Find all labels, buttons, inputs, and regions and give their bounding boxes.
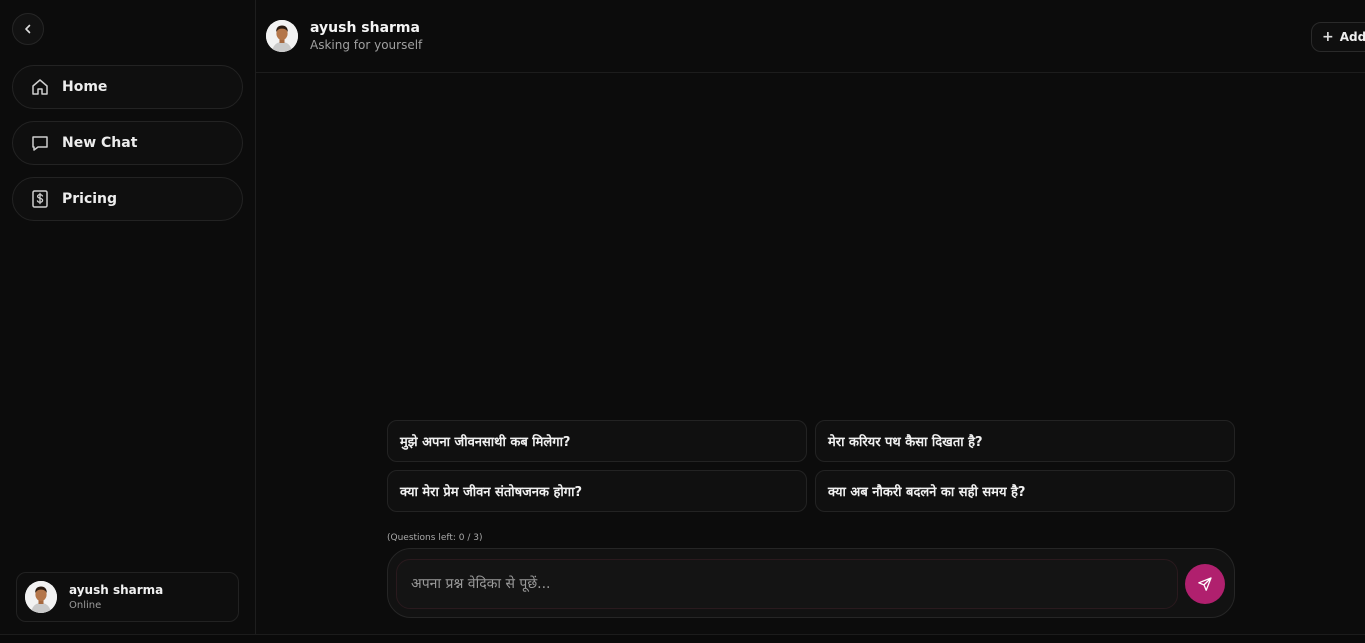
suggestion-chip[interactable]: क्या अब नौकरी बदलने का सही समय है? — [815, 470, 1235, 512]
profile-name: ayush sharma — [69, 583, 164, 597]
suggestion-chip[interactable]: क्या मेरा प्रेम जीवन संतोषजनक होगा? — [387, 470, 807, 512]
avatar — [25, 581, 57, 613]
message-composer — [387, 548, 1235, 618]
app-root: Home New Chat Pricing ayush sharma Onlin… — [0, 0, 1365, 643]
dollar-sign-icon — [30, 189, 50, 209]
bottom-strip — [0, 634, 1365, 643]
message-input[interactable] — [396, 559, 1178, 609]
questions-left-counter: (Questions left: 0 / 3) — [387, 533, 483, 543]
plus-icon: + — [1322, 29, 1334, 45]
main-panel: ayush sharma Asking for yourself + Add म… — [256, 0, 1365, 634]
chat-bubble-icon — [30, 133, 50, 153]
sidebar-item-label: New Chat — [62, 135, 138, 151]
suggestion-chip[interactable]: मुझे अपना जीवनसाथी कब मिलेगा? — [387, 420, 807, 462]
avatar — [266, 20, 298, 52]
add-profile-button[interactable]: + Add — [1311, 22, 1365, 52]
suggestion-chip[interactable]: मेरा करियर पथ कैसा दिखता है? — [815, 420, 1235, 462]
profile-status: Online — [69, 600, 102, 611]
chevron-left-icon — [25, 24, 31, 34]
user-profile-card[interactable]: ayush sharma Online — [16, 572, 239, 622]
sidebar-item-home[interactable]: Home — [12, 65, 243, 109]
header-profile-name: ayush sharma — [310, 20, 420, 36]
send-button[interactable] — [1185, 564, 1225, 604]
collapse-sidebar-button[interactable] — [12, 13, 44, 45]
sidebar: Home New Chat Pricing ayush sharma Onlin… — [0, 0, 256, 634]
sidebar-item-pricing[interactable]: Pricing — [12, 177, 243, 221]
home-icon — [30, 77, 50, 97]
add-button-label: Add — [1339, 30, 1365, 44]
sidebar-item-label: Home — [62, 79, 108, 95]
sidebar-item-label: Pricing — [62, 191, 118, 207]
send-icon — [1198, 577, 1212, 591]
sidebar-item-new-chat[interactable]: New Chat — [12, 121, 243, 165]
chat-header: ayush sharma Asking for yourself + Add — [256, 0, 1365, 73]
header-subtitle: Asking for yourself — [310, 38, 423, 52]
